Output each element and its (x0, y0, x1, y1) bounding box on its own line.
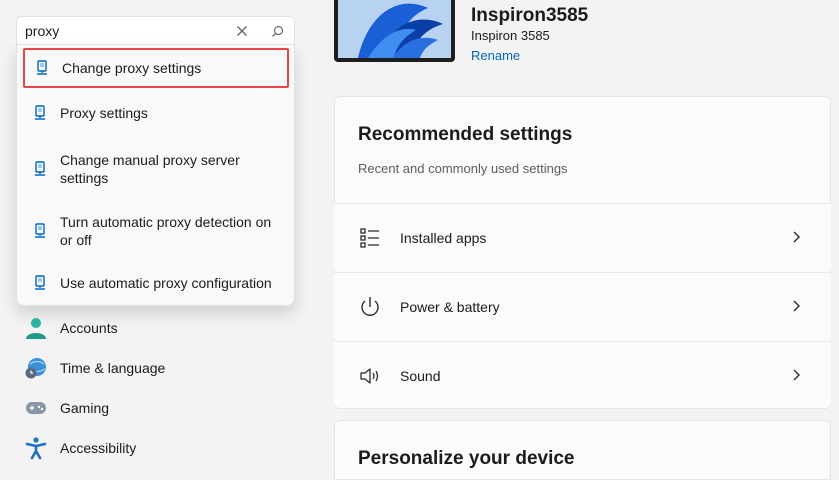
device-name: Inspiron3585 (471, 5, 589, 26)
clear-search-icon[interactable] (233, 22, 251, 40)
suggestion-automatic-proxy-detection[interactable]: Turn automatic proxy detection on or off (23, 209, 289, 253)
gamepad-icon (26, 402, 46, 414)
proxy-settings-icon (37, 60, 47, 75)
recommended-item-sound[interactable]: Sound (334, 341, 831, 408)
power-icon (361, 297, 379, 316)
sidebar-item-time-language[interactable]: Time & language (20, 354, 300, 382)
suggestion-label: Change proxy settings (62, 60, 202, 76)
settings-search-box[interactable] (16, 16, 295, 46)
windows-bloom-image (338, 0, 451, 58)
recommended-settings-title: Recommended settings (358, 124, 573, 145)
proxy-settings-icon (35, 161, 45, 176)
recommended-item-power-battery[interactable]: Power & battery (334, 272, 831, 339)
speaker-icon (360, 368, 379, 384)
sidebar-item-accounts[interactable]: Accounts (20, 314, 300, 342)
sidebar-item-gaming[interactable]: Gaming (20, 394, 300, 422)
personalize-device-title: Personalize your device (358, 448, 575, 469)
suggestion-change-proxy-settings[interactable]: Change proxy settings (23, 48, 289, 88)
recommended-item-installed-apps[interactable]: Installed apps (334, 203, 831, 270)
sidebar-item-label: Accessibility (60, 440, 137, 456)
sidebar-item-accessibility[interactable]: Accessibility (20, 434, 300, 462)
globe-clock-icon (25, 358, 46, 379)
accessibility-icon (25, 437, 47, 460)
suggestion-change-manual-proxy[interactable]: Change manual proxy server settings (23, 147, 289, 191)
list-icon (360, 228, 379, 248)
rename-link[interactable]: Rename (471, 48, 520, 63)
proxy-settings-icon (35, 275, 45, 290)
recommended-item-label: Sound (400, 368, 441, 384)
suggestion-label: Turn automatic proxy detection on or off (60, 214, 272, 248)
suggestion-label: Proxy settings (60, 105, 148, 121)
search-suggestions-list: Change proxy settings Proxy settings Cha… (16, 44, 295, 306)
sidebar-item-label: Time & language (60, 360, 166, 376)
search-input[interactable] (25, 21, 215, 41)
recommended-settings-subtitle: Recent and commonly used settings (358, 161, 568, 176)
sidebar-item-label: Gaming (60, 400, 110, 416)
device-model: Inspiron 3585 (471, 28, 550, 43)
suggestion-automatic-proxy-configuration[interactable]: Use automatic proxy configuration (23, 263, 289, 303)
chevron-right-icon (793, 369, 800, 381)
proxy-settings-icon (35, 105, 45, 120)
suggestion-label: Change manual proxy server settings (60, 152, 240, 186)
device-wallpaper-thumbnail (334, 0, 455, 62)
recommended-item-label: Installed apps (400, 230, 487, 246)
search-icon[interactable] (268, 22, 286, 40)
sidebar-item-label: Accounts (60, 320, 118, 336)
chevron-right-icon (793, 231, 800, 243)
chevron-right-icon (793, 300, 800, 312)
person-icon (26, 318, 46, 339)
recommended-item-label: Power & battery (400, 299, 500, 315)
proxy-settings-icon (35, 223, 45, 238)
suggestion-label: Use automatic proxy configuration (60, 275, 272, 291)
suggestion-proxy-settings[interactable]: Proxy settings (23, 93, 289, 133)
